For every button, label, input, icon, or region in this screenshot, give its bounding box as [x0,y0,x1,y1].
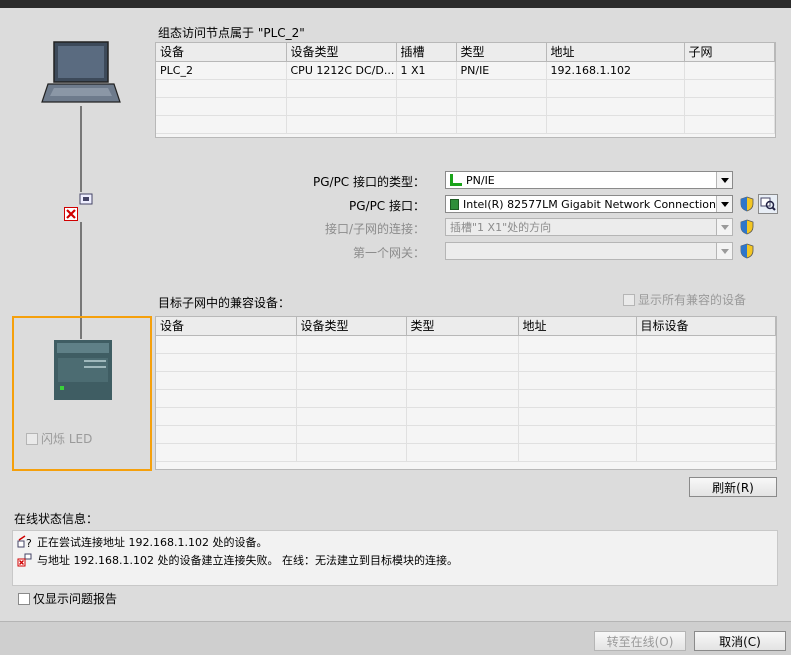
pgpc-interface-select[interactable]: Intel(R) 82577LM Gigabit Network Connect… [445,195,733,213]
show-all-compatible-box[interactable] [623,293,635,306]
col-target-device: 目标设备 [636,317,776,336]
status-title: 在线状态信息： [14,512,99,526]
cell-device-type: CPU 1212C DC/D... [286,61,397,80]
table-row [156,443,776,462]
connection-error-icon [64,207,78,221]
status-line: 与地址 192.168.1.102 处的设备建立连接失败。 在线：无法建立到目标… [17,552,458,568]
status-message-2: 与地址 192.168.1.102 处的设备建立连接失败。 在线：无法建立到目标… [37,554,458,567]
table-row [156,371,776,390]
cell-subnet [684,61,775,80]
col-device: 设备 [156,317,297,336]
refresh-button[interactable]: 刷新(R) [689,477,777,497]
col-slot: 插槽 [396,43,457,62]
network-card-icon [450,198,459,210]
cell-device: PLC_2 [156,61,287,80]
flash-led-box[interactable] [26,432,38,445]
pgpc-interface-value: Intel(R) 82577LM Gigabit Network Connect… [463,197,716,211]
svg-text:?: ? [26,537,32,549]
cancel-button[interactable]: 取消(C) [694,631,786,651]
plc-device-icon [54,340,112,400]
table-row [156,335,776,354]
status-line: ? 正在尝试连接地址 192.168.1.102 处的设备。 [17,534,267,550]
table-row [156,79,775,98]
target-table-title: 目标子网中的兼容设备： [158,296,291,310]
shield-icon [740,243,754,259]
only-problems-label: 仅显示问题报告 [33,592,118,606]
show-all-compatible-checkbox[interactable]: 显示所有兼容的设备 [623,291,746,308]
table-row [156,353,776,372]
network-line-top [80,106,82,192]
shield-icon [740,196,754,212]
first-gateway-label: 第一个网关： [352,246,425,260]
target-table-header: 设备 设备类型 类型 地址 目标设备 [156,317,776,336]
pn-ie-icon [450,174,462,186]
col-type: 类型 [406,317,519,336]
flash-led-label: 闪烁 LED [41,432,93,446]
cell-address: 192.168.1.102 [546,61,685,80]
pgpc-type-value: PN/IE [466,173,495,187]
col-address: 地址 [518,317,637,336]
col-address: 地址 [546,43,685,62]
target-devices-table: 设备 设备类型 类型 地址 目标设备 [155,316,777,470]
search-icon[interactable] [758,194,778,214]
col-device: 设备 [156,43,287,62]
table-row[interactable]: PLC_2 CPU 1212C DC/D... 1 X1 PN/IE 192.1… [156,61,775,80]
col-subnet: 子网 [684,43,775,62]
table-row [156,389,776,408]
cell-type: PN/IE [456,61,547,80]
connecting-icon: ? [17,535,33,549]
flash-led-checkbox[interactable]: 闪烁 LED [26,430,92,447]
col-device-type: 设备类型 [296,317,407,336]
chevron-down-icon[interactable] [716,219,732,235]
chevron-down-icon[interactable] [716,243,732,259]
pgpc-type-label: PG/PC 接口的类型： [312,175,425,189]
status-panel: ? 正在尝试连接地址 192.168.1.102 处的设备。 与地址 192.1… [12,530,778,586]
table-row [156,115,775,134]
title-bar [0,0,791,8]
pgpc-type-select[interactable]: PN/IE [445,171,733,189]
access-table-header: 设备 设备类型 插槽 类型 地址 子网 [156,43,775,62]
table-row [156,425,776,444]
go-online-button[interactable]: 转至在线(O) [594,631,686,651]
first-gateway-select[interactable] [445,242,733,260]
subnet-connection-select[interactable]: 插槽"1 X1"处的方向 [445,218,733,236]
access-table-title: 组态访问节点属于 "PLC_2" [158,26,305,40]
access-node-table: 设备 设备类型 插槽 类型 地址 子网 PLC_2 CPU 1212C DC/D… [155,42,776,138]
show-all-compatible-label: 显示所有兼容的设备 [638,293,747,307]
only-problems-box[interactable] [18,592,30,605]
pg-pc-laptop-icon [40,40,122,106]
col-device-type: 设备类型 [286,43,397,62]
ethernet-port-icon [79,193,93,205]
pgpc-interface-label: PG/PC 接口： [348,199,425,213]
table-row [156,97,775,116]
chevron-down-icon[interactable] [716,172,732,188]
subnet-connection-label: 接口/子网的连接： [324,222,425,236]
table-row [156,407,776,426]
only-problems-checkbox[interactable]: 仅显示问题报告 [18,590,117,607]
subnet-connection-value: 插槽"1 X1"处的方向 [450,221,552,234]
connection-failed-icon [17,553,33,567]
chevron-down-icon[interactable] [716,196,732,212]
cell-slot: 1 X1 [396,61,457,80]
status-message-1: 正在尝试连接地址 192.168.1.102 处的设备。 [37,536,268,549]
shield-icon [740,219,754,235]
col-type: 类型 [456,43,547,62]
